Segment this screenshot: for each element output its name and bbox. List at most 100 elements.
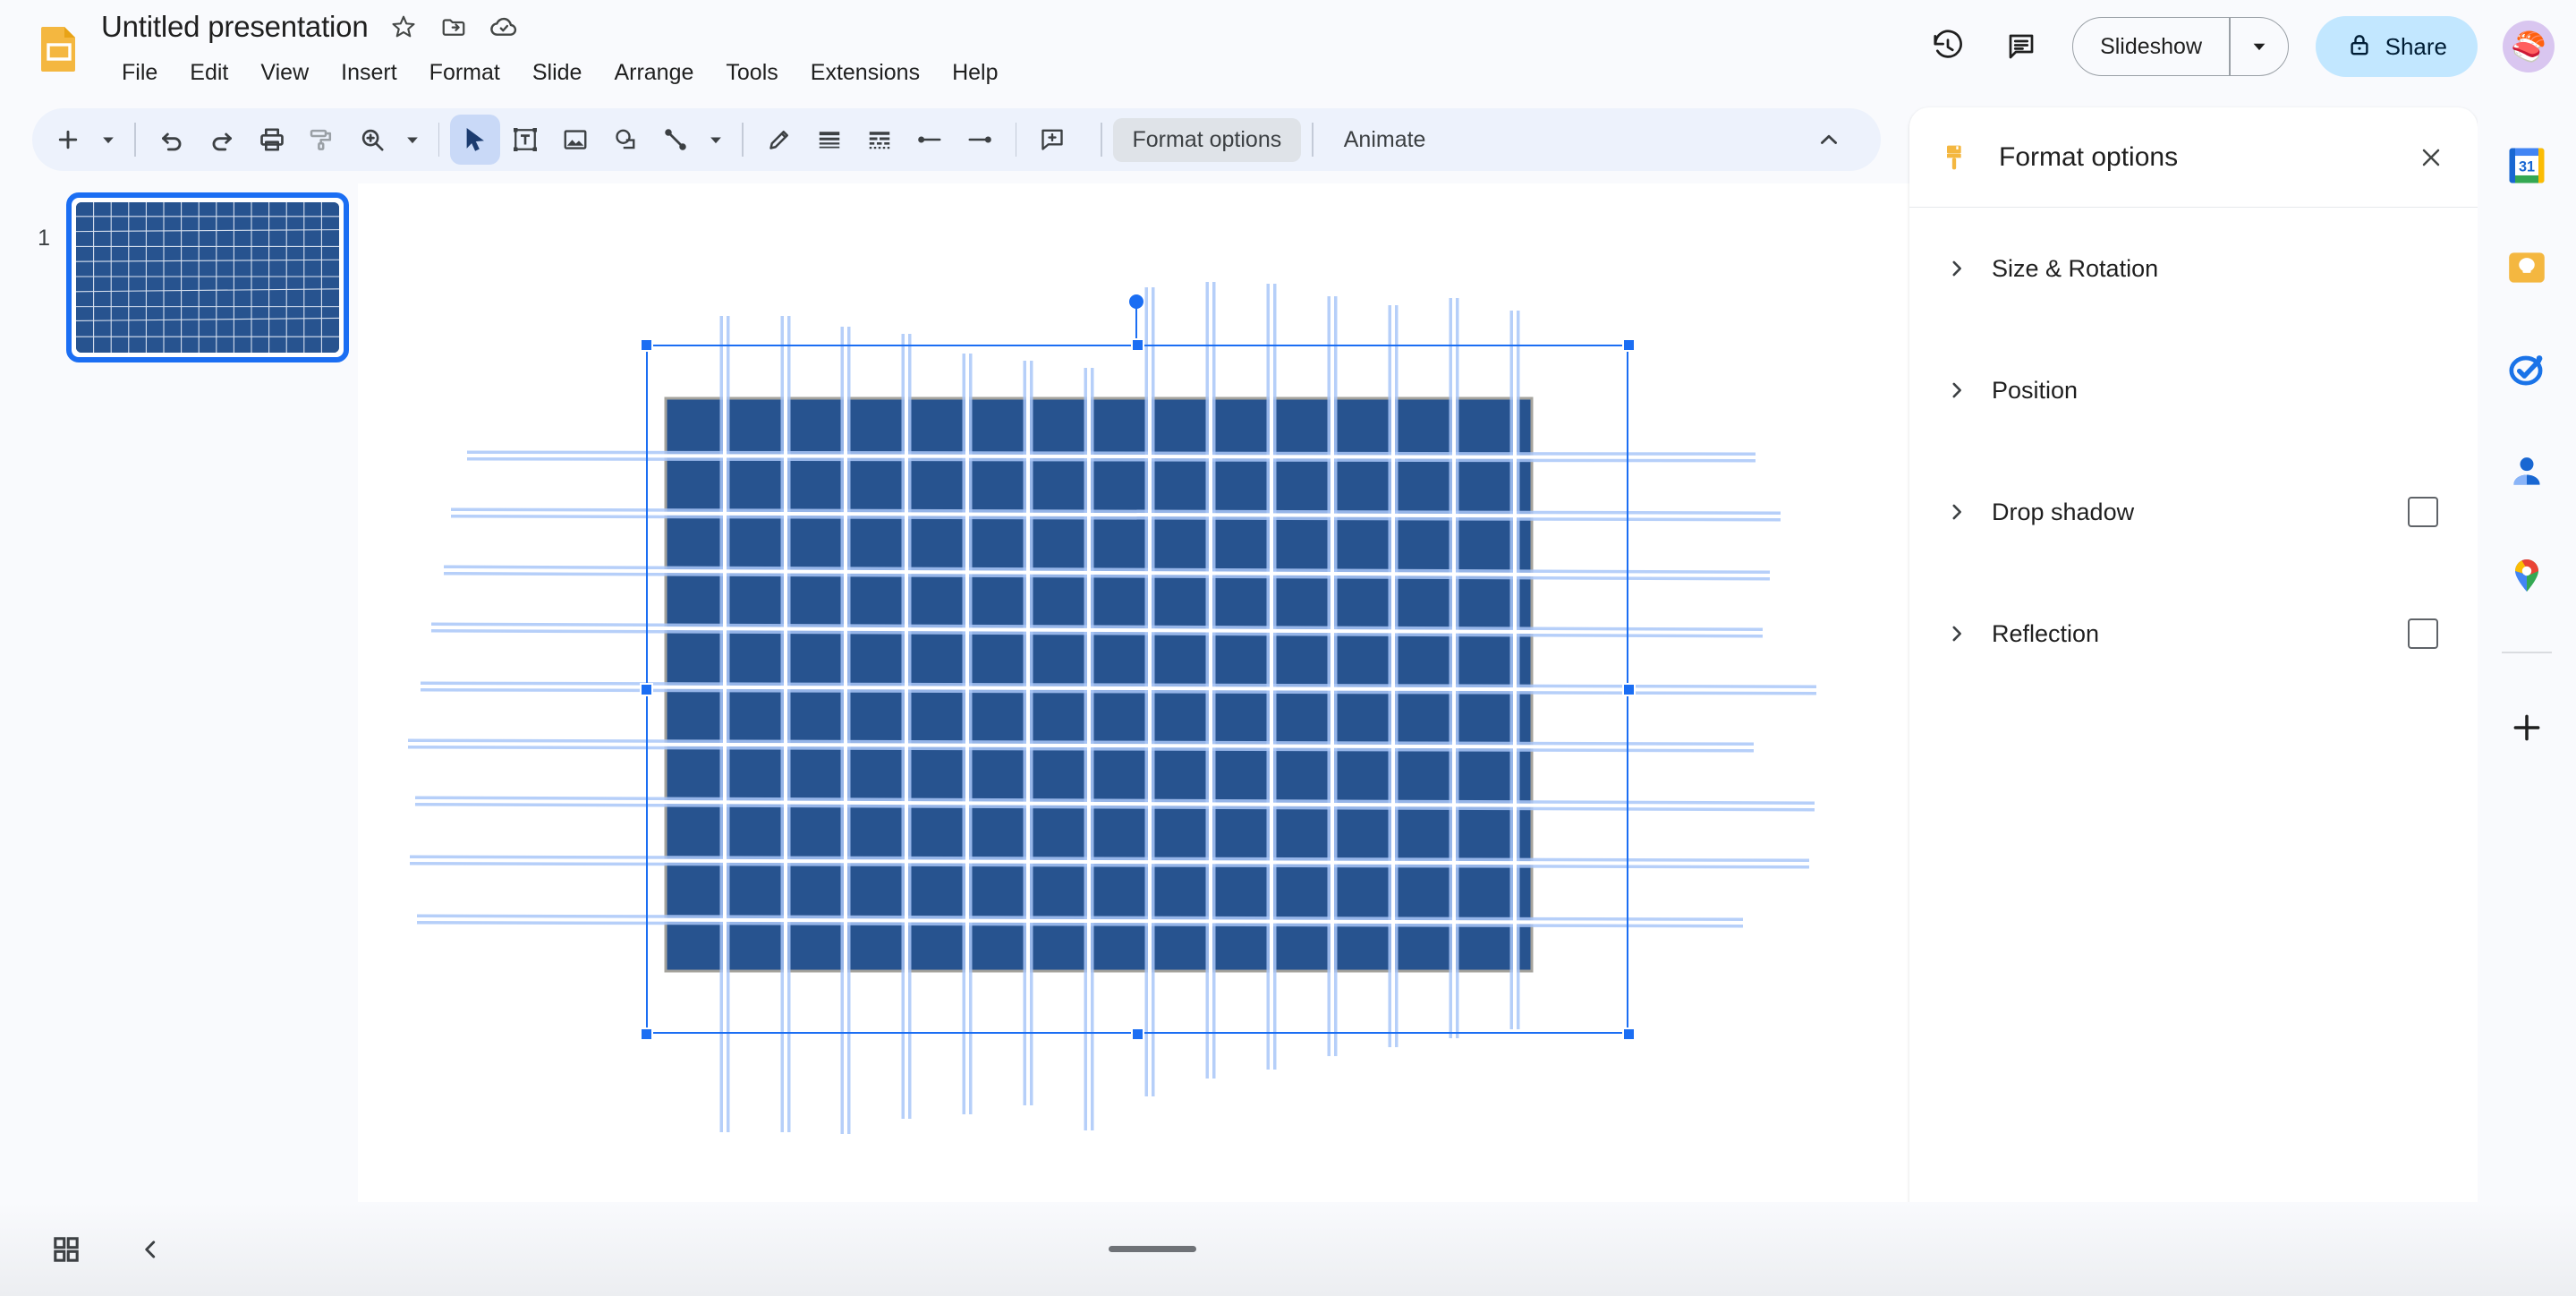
google-keep-icon[interactable]	[2501, 242, 2553, 294]
svg-text:31: 31	[2519, 159, 2535, 175]
line-end-icon[interactable]	[955, 115, 1005, 165]
toolbar-separator-2	[438, 123, 439, 157]
document-title-row: Untitled presentation	[101, 7, 519, 47]
slideshow-label: Slideshow	[2100, 34, 2203, 59]
slides-logo-icon[interactable]	[34, 23, 84, 73]
line-weight-icon[interactable]	[804, 115, 854, 165]
shape-icon[interactable]	[600, 115, 650, 165]
toolbar-separator-6	[1312, 123, 1314, 157]
section-size-rotation[interactable]: Size & Rotation	[1909, 208, 2478, 329]
side-app-rail: 31	[2478, 93, 2576, 1296]
cloud-check-icon[interactable]	[489, 12, 519, 42]
google-tasks-icon[interactable]	[2501, 344, 2553, 396]
print-button[interactable]	[247, 115, 297, 165]
star-icon[interactable]	[388, 12, 419, 42]
move-to-folder-icon[interactable]	[438, 12, 469, 42]
selection-handle-sw[interactable]	[640, 1027, 653, 1041]
format-options-button[interactable]: Format options	[1112, 117, 1302, 162]
reflection-checkbox[interactable]	[2408, 618, 2438, 649]
section-label: Drop shadow	[1992, 498, 2135, 525]
grid-view-icon[interactable]	[41, 1224, 91, 1275]
menu-edit[interactable]: Edit	[174, 54, 244, 91]
menu-extensions[interactable]: Extensions	[795, 54, 936, 91]
toolbar-separator-3	[742, 123, 744, 157]
undo-button[interactable]	[147, 115, 197, 165]
google-calendar-icon[interactable]: 31	[2501, 140, 2553, 192]
format-options-panel: Format options Size & Rotation Position …	[1909, 107, 2478, 1247]
line-dropdown[interactable]	[701, 115, 731, 165]
menu-tools[interactable]: Tools	[710, 54, 794, 91]
chevron-down-icon[interactable]	[2231, 37, 2288, 56]
chevron-right-icon	[1936, 248, 1977, 289]
thumbnail-grid	[76, 202, 339, 353]
chevron-right-icon	[1936, 370, 1977, 411]
chevron-up-icon[interactable]	[1804, 115, 1854, 165]
lock-icon	[2346, 31, 2373, 63]
page-title[interactable]: Untitled presentation	[101, 7, 369, 47]
rotation-handle[interactable]	[1129, 294, 1143, 309]
slide-canvas-area[interactable]	[358, 183, 1909, 1202]
menu-arrange[interactable]: Arrange	[598, 54, 710, 91]
section-position[interactable]: Position	[1909, 329, 2478, 451]
selection-bounding-box[interactable]	[646, 345, 1628, 1034]
google-slides-app: Untitled presentation File Edit View Ins…	[0, 0, 2576, 1296]
slideshow-button[interactable]: Slideshow	[2072, 17, 2289, 76]
selection-handle-se[interactable]	[1622, 1027, 1636, 1041]
rail-divider	[2502, 652, 2552, 653]
comment-history-icon[interactable]	[1990, 15, 2053, 78]
selection-handle-w[interactable]	[640, 683, 653, 696]
text-box-button[interactable]	[500, 115, 550, 165]
main-toolbar: Format options Animate	[32, 108, 1881, 171]
menu-slide[interactable]: Slide	[516, 54, 599, 91]
collapse-filmstrip-icon[interactable]	[125, 1224, 175, 1275]
format-options-title: Format options	[1999, 141, 2179, 172]
menu-insert[interactable]: Insert	[325, 54, 413, 91]
share-button[interactable]: Share	[2315, 16, 2478, 77]
pencil-icon[interactable]	[754, 115, 804, 165]
zoom-button[interactable]	[347, 115, 397, 165]
zoom-dropdown[interactable]	[397, 115, 428, 165]
avatar-glyph: 🍣	[2511, 30, 2546, 63]
line-start-icon[interactable]	[905, 115, 955, 165]
new-slide-button[interactable]	[43, 115, 93, 165]
menu-view[interactable]: View	[244, 54, 325, 91]
close-icon[interactable]	[2410, 136, 2453, 179]
add-ons-plus-icon[interactable]	[2501, 702, 2553, 754]
section-label: Position	[1992, 376, 2079, 404]
image-icon[interactable]	[550, 115, 600, 165]
line-dash-icon[interactable]	[854, 115, 905, 165]
toolbar-separator-1	[134, 123, 136, 157]
section-drop-shadow[interactable]: Drop shadow	[1909, 451, 2478, 573]
select-tool-button[interactable]	[450, 115, 500, 165]
google-contacts-icon[interactable]	[2501, 446, 2553, 498]
paint-format-button[interactable]	[297, 115, 347, 165]
new-slide-dropdown[interactable]	[93, 115, 123, 165]
bottom-bar	[0, 1202, 2576, 1296]
menu-help[interactable]: Help	[936, 54, 1014, 91]
section-label: Size & Rotation	[1992, 254, 2159, 282]
version-history-icon[interactable]	[1917, 15, 1979, 78]
paint-roller-icon	[1940, 138, 1979, 177]
selection-handle-n[interactable]	[1131, 338, 1144, 352]
section-label: Reflection	[1992, 619, 2100, 647]
share-label: Share	[2385, 32, 2447, 60]
drop-shadow-checkbox[interactable]	[2408, 497, 2438, 527]
menu-file[interactable]: File	[106, 54, 174, 91]
slide-thumbnail-preview	[76, 202, 339, 353]
selection-handle-nw[interactable]	[640, 338, 653, 352]
google-maps-icon[interactable]	[2501, 548, 2553, 600]
selection-handle-s[interactable]	[1131, 1027, 1144, 1041]
slide-surface[interactable]	[358, 183, 1909, 1202]
line-icon[interactable]	[650, 115, 701, 165]
toolbar-separator-4	[1015, 123, 1016, 157]
menu-format[interactable]: Format	[413, 54, 516, 91]
speaker-notes-resize-handle[interactable]	[1109, 1246, 1196, 1252]
add-comment-icon[interactable]	[1027, 115, 1077, 165]
section-reflection[interactable]: Reflection	[1909, 573, 2478, 695]
slide-thumbnail-1[interactable]	[66, 192, 349, 362]
animate-button[interactable]: Animate	[1324, 118, 1446, 162]
selection-handle-ne[interactable]	[1622, 338, 1636, 352]
avatar[interactable]: 🍣	[2503, 21, 2555, 72]
redo-button[interactable]	[197, 115, 247, 165]
selection-handle-e[interactable]	[1622, 683, 1636, 696]
